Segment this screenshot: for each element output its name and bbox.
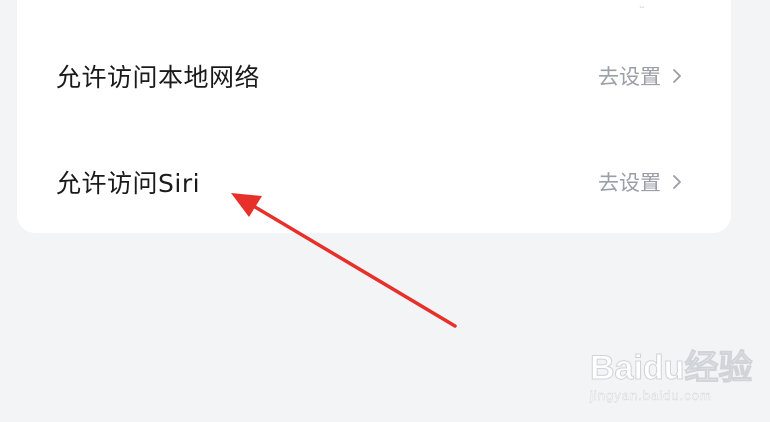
go-settings-label: 去设置 (598, 65, 661, 89)
settings-page: ⌄ 允许访问本地网络 去设置 允许访问Siri 去设置 Baidu经验 (0, 0, 770, 422)
go-settings-link[interactable]: 去设置 (598, 167, 681, 197)
go-settings-label: 去设置 (598, 171, 661, 195)
cut-off-row-remnant: ⌄ (637, 2, 673, 8)
go-settings-link[interactable]: 去设置 (598, 61, 681, 91)
watermark-logo: Baidu经验 (589, 349, 753, 388)
watermark-url: jingyan.baidu.com (590, 388, 712, 403)
chevron-right-icon (673, 69, 681, 83)
settings-card: ⌄ 允许访问本地网络 去设置 允许访问Siri 去设置 (17, 0, 731, 233)
baidu-jingyan-watermark: Baidu经验 jingyan.baidu.com (589, 340, 760, 410)
chevron-right-icon (673, 175, 681, 189)
row-local-network[interactable]: 允许访问本地网络 去设置 (17, 41, 731, 111)
row-siri[interactable]: 允许访问Siri 去设置 (17, 147, 731, 217)
row-label: 允许访问本地网络 (56, 63, 261, 92)
row-label: 允许访问Siri (56, 169, 201, 198)
